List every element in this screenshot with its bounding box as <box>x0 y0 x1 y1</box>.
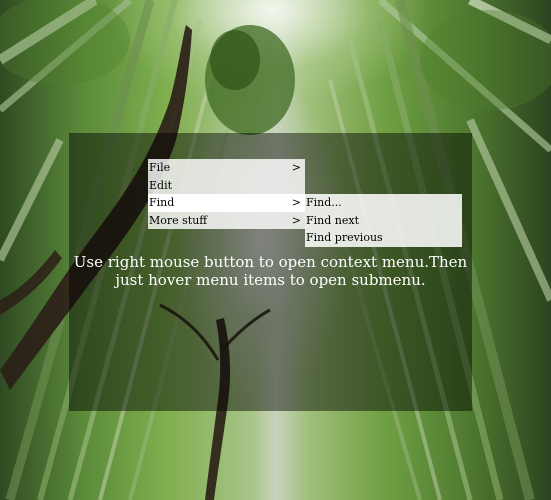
submenu-item-find-next[interactable]: Find next <box>305 212 462 230</box>
menu-item-label: Find <box>149 196 175 209</box>
instruction-line-2: just hover menu items to open submenu. <box>115 271 426 289</box>
instruction-line-1: Use right mouse button to open context m… <box>73 253 468 271</box>
menu-item-edit[interactable]: Edit <box>148 177 305 195</box>
menu-item-label: Find previous <box>306 231 383 244</box>
submenu-arrow-icon: > <box>291 161 301 174</box>
find-submenu: Find... Find next Find previous <box>305 194 462 247</box>
submenu-item-find-previous[interactable]: Find previous <box>305 229 462 247</box>
submenu-item-find[interactable]: Find... <box>305 194 462 212</box>
submenu-arrow-icon: > <box>291 196 301 209</box>
instruction-text: Use right mouse button to open context m… <box>69 253 472 289</box>
menu-item-label: More stuff <box>149 213 208 227</box>
menu-item-label: Find next <box>306 213 359 227</box>
menu-item-label: Find... <box>306 196 342 209</box>
menu-item-more-stuff[interactable]: More stuff > <box>148 212 305 230</box>
submenu-arrow-icon: > <box>291 213 301 227</box>
menu-item-label: File <box>149 161 171 174</box>
menu-item-find[interactable]: Find > <box>148 194 305 212</box>
context-menu: File > Edit Find > More stuff > <box>148 159 305 229</box>
menu-item-file[interactable]: File > <box>148 159 305 177</box>
menu-item-label: Edit <box>149 178 173 192</box>
